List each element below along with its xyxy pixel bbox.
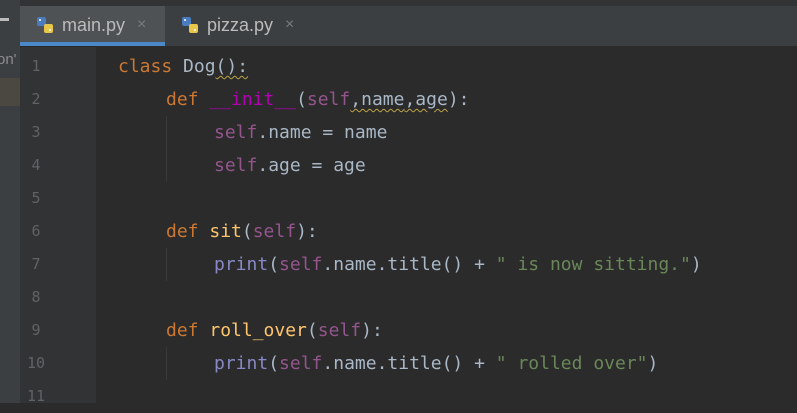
code-line[interactable]: print(self.name.title() + " rolled over"… <box>214 347 658 380</box>
close-icon[interactable]: × <box>137 16 146 34</box>
self-ref: self <box>214 155 258 176</box>
punctuation: ): <box>296 221 318 242</box>
self-ref: self <box>214 122 258 143</box>
line-number: 11 <box>26 387 46 405</box>
code-line[interactable]: def __init__(self,name,age): <box>166 83 470 116</box>
code-text: .name.title() + <box>322 353 496 374</box>
line-number: 3 <box>31 123 41 141</box>
function-name: sit <box>209 221 242 242</box>
tab-label: main.py <box>62 14 126 35</box>
project-tree-selection <box>0 78 20 106</box>
line-number: 10 <box>26 354 46 372</box>
builtin-function: print <box>214 353 269 374</box>
function-name: __init__ <box>209 89 297 110</box>
code-line[interactable]: self.age = age <box>214 149 366 182</box>
indent-guide <box>166 116 167 182</box>
self-param: self <box>317 320 362 341</box>
punctuation: ( <box>306 320 318 341</box>
code-line[interactable]: def sit(self): <box>166 215 318 248</box>
self-ref: self <box>279 353 323 374</box>
punctuation: ( <box>296 89 307 110</box>
keyword: class <box>118 56 173 77</box>
line-number: 1 <box>31 57 41 75</box>
keyword: def <box>166 89 199 110</box>
code-line[interactable]: class Dog(): <box>118 50 248 83</box>
punctuation: (): <box>215 56 249 77</box>
punctuation: ): <box>447 89 470 110</box>
tab-label: pizza.py <box>207 14 274 35</box>
line-number: 2 <box>31 90 41 108</box>
code-text: .name = name <box>257 122 388 143</box>
builtin-function: print <box>214 254 269 275</box>
code-line[interactable]: print(self.name.title() + " is now sitti… <box>214 248 702 281</box>
punctuation: ) <box>690 254 702 275</box>
indent-guide <box>166 248 167 281</box>
code-line[interactable]: self.name = name <box>214 116 387 149</box>
line-number: 6 <box>31 222 41 240</box>
function-name: roll_over <box>209 320 307 341</box>
param: ,age <box>404 89 448 110</box>
string-literal: " is now sitting." <box>495 254 691 275</box>
indent-guide <box>166 347 167 380</box>
punctuation: ( <box>241 221 253 242</box>
self-ref: self <box>279 254 323 275</box>
punctuation: ): <box>361 320 383 341</box>
minimize-icon[interactable] <box>0 18 9 21</box>
line-number: 8 <box>31 288 41 306</box>
param: ,name <box>350 89 405 110</box>
python-file-icon <box>36 16 54 34</box>
code-line[interactable]: def roll_over(self): <box>166 314 383 347</box>
code-text: .age = age <box>257 155 366 176</box>
line-number: 4 <box>31 156 41 174</box>
code-text: .name.title() + <box>322 254 496 275</box>
editor-tab-bar: main.py × pizza.py × <box>20 0 797 47</box>
close-icon[interactable]: × <box>285 16 294 34</box>
line-number: 5 <box>31 189 41 207</box>
python-file-icon <box>181 16 199 34</box>
keyword: def <box>166 221 199 242</box>
self-param: self <box>306 89 351 110</box>
keyword: def <box>166 320 199 341</box>
class-name: Dog <box>183 56 216 77</box>
tab-main-py[interactable]: main.py × <box>20 6 165 46</box>
line-number: 9 <box>31 321 41 339</box>
self-param: self <box>252 221 297 242</box>
string-literal: " rolled over" <box>495 353 648 374</box>
punctuation: ( <box>268 254 280 275</box>
project-tree-fragment: on' <box>0 51 17 68</box>
line-number: 7 <box>31 255 41 273</box>
project-panel-edge: on' <box>0 0 20 403</box>
punctuation: ) <box>647 353 659 374</box>
punctuation: ( <box>268 353 280 374</box>
tab-pizza-py[interactable]: pizza.py × <box>165 6 315 44</box>
